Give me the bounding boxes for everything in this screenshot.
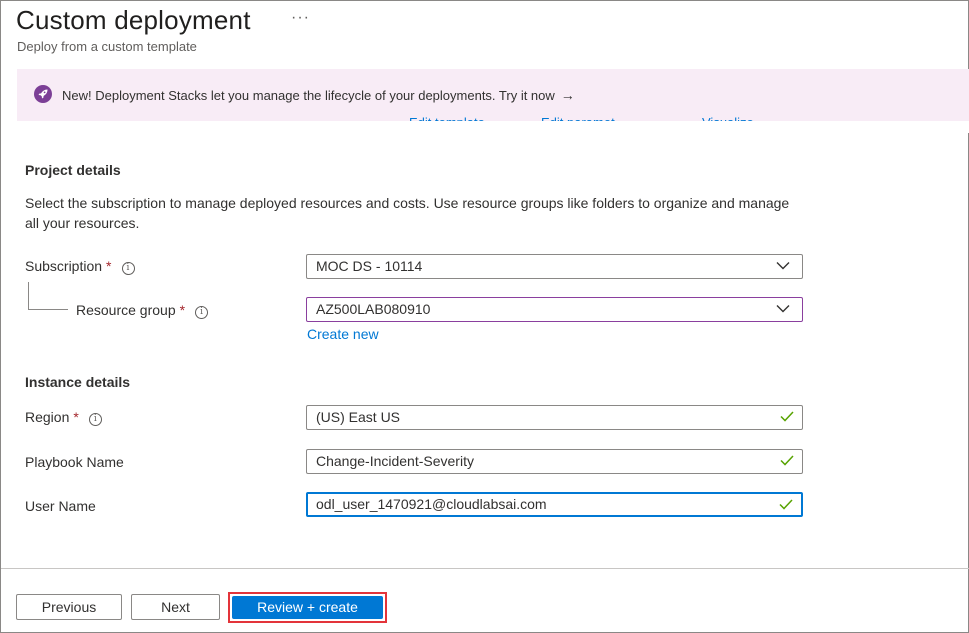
more-options-button[interactable]: ··· [291,9,310,27]
user-name-value: odl_user_1470921@cloudlabsai.com [316,496,547,512]
page-title: Custom deployment [16,5,251,35]
previous-button[interactable]: Previous [16,594,122,620]
user-name-label: User Name [25,498,96,514]
create-new-link[interactable]: Create new [307,326,379,342]
instance-details-heading: Instance details [25,374,131,390]
review-create-button[interactable]: Review + create [232,596,383,619]
user-name-input[interactable]: odl_user_1470921@cloudlabsai.com [306,492,803,517]
tree-connector [28,282,68,310]
project-description: Select the subscription to manage deploy… [25,195,790,231]
subscription-select[interactable]: MOC DS - 10114 [306,254,803,279]
subscription-value: MOC DS - 10114 [316,258,423,274]
info-icon[interactable]: i [121,262,135,275]
chevron-down-icon [776,305,790,313]
region-value: (US) East US [316,409,401,425]
banner-overlap [17,121,969,133]
page-subtitle: Deploy from a custom template [17,39,197,54]
checkmark-icon [779,499,793,510]
playbook-name-label: Playbook Name [25,454,124,470]
resource-group-label: Resource group * i [76,302,209,319]
region-input[interactable]: (US) East US [306,405,803,430]
project-details-heading: Project details [25,162,121,178]
chevron-down-icon [776,262,790,270]
required-marker: * [179,302,186,318]
region-label-text: Region [25,409,70,425]
banner-message: New! Deployment Stacks let you manage th… [62,87,575,103]
resource-group-value: AZ500LAB080910 [316,301,431,317]
checkmark-icon [780,455,794,466]
region-label: Region * i [25,409,102,426]
deployment-blade: Custom deployment ··· Deploy from a cust… [0,0,969,633]
review-create-highlight: Review + create [228,592,387,623]
next-button[interactable]: Next [131,594,220,620]
info-icon[interactable]: i [195,306,209,319]
resource-group-label-text: Resource group [76,302,176,318]
subscription-label-text: Subscription [25,258,103,274]
checkmark-icon [780,411,794,422]
arrow-right-icon[interactable]: → [561,87,575,103]
playbook-name-value: Change-Incident-Severity [316,453,474,469]
banner-text: New! Deployment Stacks let you manage th… [62,88,555,103]
rocket-icon [34,85,52,103]
info-icon[interactable]: i [88,413,102,426]
resource-group-select[interactable]: AZ500LAB080910 [306,297,803,322]
subscription-label: Subscription * i [25,258,135,275]
required-marker: * [106,258,112,274]
required-marker: * [73,409,79,425]
playbook-name-input[interactable]: Change-Incident-Severity [306,449,803,474]
footer-divider [1,568,969,569]
